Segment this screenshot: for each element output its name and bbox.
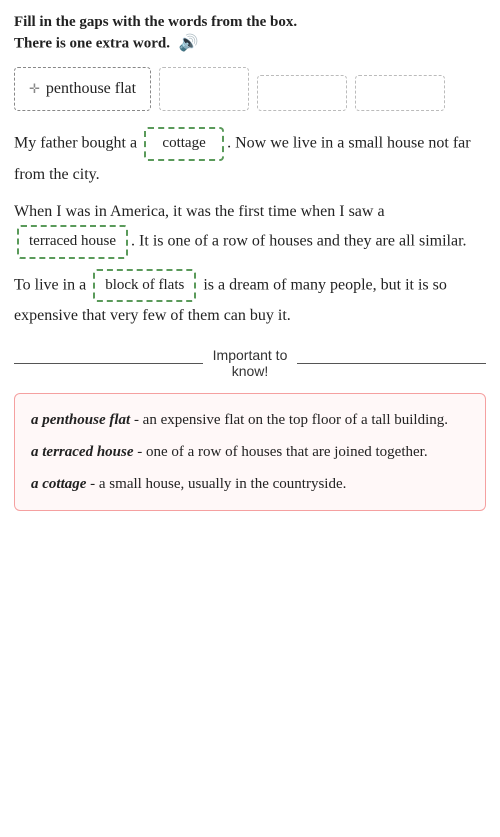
important-label: Important to know! (203, 347, 298, 379)
answer-box-cottage[interactable]: cottage (144, 127, 224, 161)
draggable-word-penthouse-flat[interactable]: ✛ penthouse flat (14, 67, 151, 111)
p2-text-after: . It is one of a row of houses and they … (131, 233, 466, 250)
def-text-cottage: - a small house, usually in the countrys… (86, 476, 346, 492)
answer-box-terraced-house[interactable]: terraced house (17, 225, 128, 259)
def-term-cottage: a cottage (31, 476, 86, 492)
p1-text-before: My father bought a (14, 135, 141, 152)
instruction-block: Fill in the gaps with the words from the… (14, 12, 486, 55)
important-line-left (14, 363, 203, 364)
paragraph-3: To live in a block of flats is a dream o… (14, 269, 486, 330)
empty-word-box-2 (257, 75, 347, 111)
empty-word-box-3 (355, 75, 445, 111)
def-term-terraced-house: a terraced house (31, 444, 134, 460)
definition-cottage: a cottage - a small house, usually in th… (31, 472, 469, 496)
instruction-line2: There is one extra word. (14, 36, 170, 52)
p2-text-before: When I was in America, it was the first … (14, 203, 385, 220)
definition-terraced-house: a terraced house - one of a row of house… (31, 440, 469, 464)
empty-word-box-1 (159, 67, 249, 111)
definitions-box: a penthouse flat - an expensive flat on … (14, 393, 486, 511)
instruction-line1: Fill in the gaps with the words from the… (14, 14, 297, 30)
move-icon: ✛ (29, 81, 40, 97)
important-line-right (297, 363, 486, 364)
paragraph-2: When I was in America, it was the first … (14, 198, 486, 259)
word-label-penthouse-flat: penthouse flat (46, 80, 136, 98)
def-text-penthouse-flat: - an expensive flat on the top floor of … (130, 412, 448, 428)
def-text-terraced-house: - one of a row of houses that are joined… (134, 444, 428, 460)
sound-icon[interactable]: 🔊 (179, 33, 199, 55)
definition-penthouse-flat: a penthouse flat - an expensive flat on … (31, 408, 469, 432)
answer-box-block-of-flats[interactable]: block of flats (93, 269, 196, 303)
p3-text-before: To live in a (14, 276, 90, 293)
paragraph-1: My father bought a cottage. Now we live … (14, 127, 486, 188)
word-bank: ✛ penthouse flat (14, 67, 486, 111)
def-term-penthouse-flat: a penthouse flat (31, 412, 130, 428)
important-section: Important to know! (14, 347, 486, 379)
